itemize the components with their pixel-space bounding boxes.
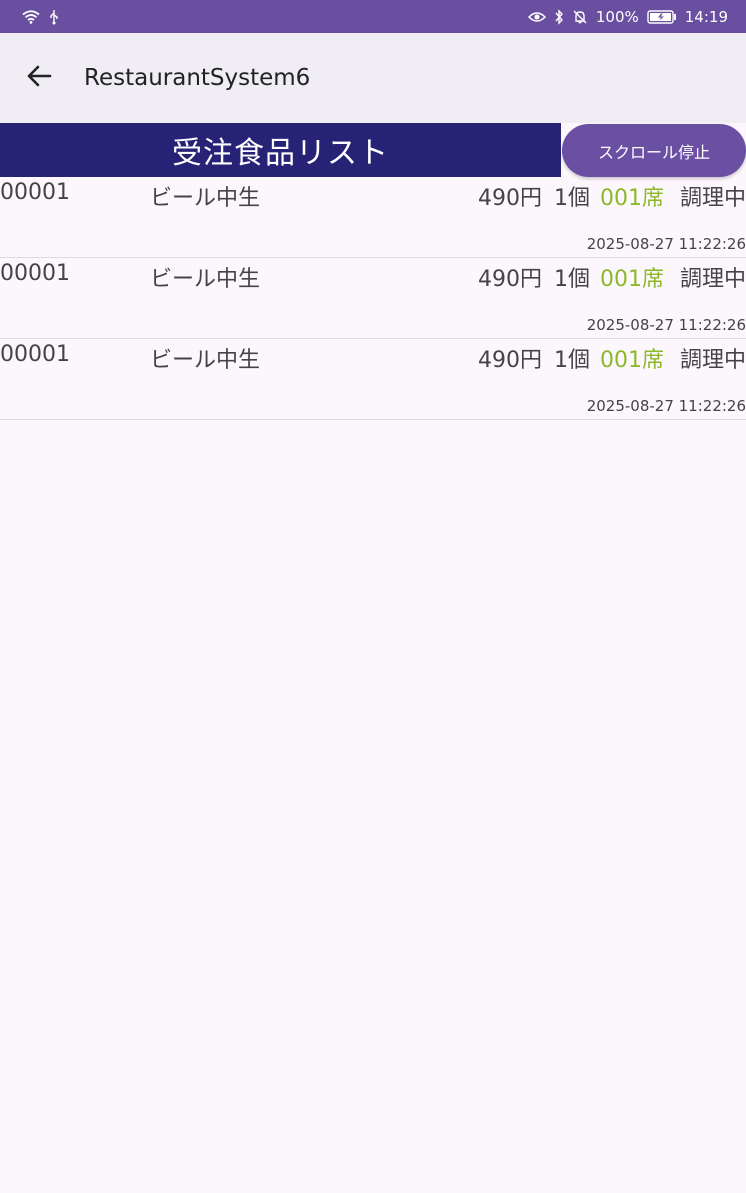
list-item[interactable]: 00001 ビール中生 490円 1個 001席 調理中 2025-08-27 … <box>0 339 746 420</box>
item-price: 490円 <box>478 267 542 292</box>
seat-number: 001席 <box>600 267 664 292</box>
order-timestamp: 2025-08-27 11:22:26 <box>586 235 746 253</box>
order-id: 00001 <box>0 180 70 205</box>
clock: 14:19 <box>684 7 728 26</box>
battery-percent: 100% <box>595 7 639 26</box>
status-bar-left <box>22 9 60 25</box>
item-quantity: 1個 <box>554 186 590 211</box>
item-name: ビール中生 <box>150 267 261 292</box>
list-item[interactable]: 00001 ビール中生 490円 1個 001席 調理中 2025-08-27 … <box>0 258 746 339</box>
order-id: 00001 <box>0 261 70 286</box>
app-bar: RestaurantSystem6 <box>0 33 746 123</box>
status-bar: 100% 14:19 <box>0 0 746 33</box>
wifi-icon <box>22 9 40 24</box>
arrow-left-icon <box>26 65 52 91</box>
app-title: RestaurantSystem6 <box>84 65 311 91</box>
order-status: 調理中 <box>679 267 746 292</box>
list-item[interactable]: 00001 ビール中生 490円 1個 001席 調理中 2025-08-27 … <box>0 177 746 258</box>
item-name: ビール中生 <box>150 348 261 373</box>
item-price: 490円 <box>478 186 542 211</box>
order-timestamp: 2025-08-27 11:22:26 <box>586 316 746 334</box>
usb-icon <box>48 9 60 25</box>
status-bar-right: 100% 14:19 <box>527 7 728 26</box>
order-status: 調理中 <box>679 348 746 373</box>
battery-icon <box>647 9 677 24</box>
item-price: 490円 <box>478 348 542 373</box>
bluetooth-icon <box>554 8 564 25</box>
scroll-stop-button[interactable]: スクロール停止 <box>562 124 746 177</box>
eye-comfort-icon <box>527 10 546 24</box>
order-id: 00001 <box>0 342 70 367</box>
back-button[interactable] <box>0 33 78 123</box>
list-header: 受注食品リスト スクロール停止 <box>0 123 746 177</box>
mute-icon <box>572 9 588 25</box>
item-quantity: 1個 <box>554 267 590 292</box>
order-timestamp: 2025-08-27 11:22:26 <box>586 397 746 415</box>
seat-number: 001席 <box>600 186 664 211</box>
item-quantity: 1個 <box>554 348 590 373</box>
seat-number: 001席 <box>600 348 664 373</box>
list-title: 受注食品リスト <box>0 123 561 177</box>
item-name: ビール中生 <box>150 186 261 211</box>
order-list[interactable]: 00001 ビール中生 490円 1個 001席 調理中 2025-08-27 … <box>0 177 746 420</box>
order-status: 調理中 <box>679 186 746 211</box>
